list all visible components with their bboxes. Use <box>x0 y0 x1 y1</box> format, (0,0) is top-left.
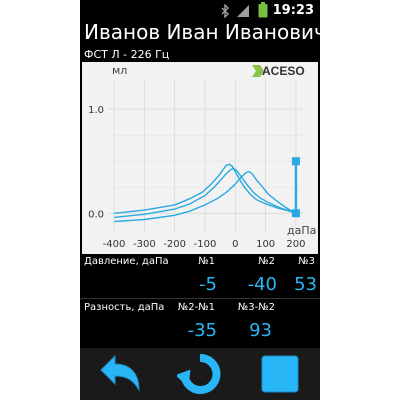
pressure-header-2: №2 <box>258 256 275 267</box>
x-tick-label: 0 <box>232 239 238 250</box>
x-tick-label: -100 <box>194 239 217 250</box>
brand-logo-text: ACESO <box>262 64 305 78</box>
battery-icon <box>258 2 268 22</box>
test-info: ФСТ Л - 226 Гц <box>84 48 170 61</box>
patient-name: Иванов Иван Иванович <box>84 20 320 44</box>
x-tick-label: 100 <box>256 239 275 250</box>
marker-handle-top <box>291 157 300 166</box>
x-tick-label: -400 <box>103 239 126 250</box>
y-tick-label: 0.0 <box>88 209 104 220</box>
x-tick-label: -300 <box>133 239 156 250</box>
chart-svg: ACESO мл даПа -400 -300 -200 -100 0 100 200 0.0… <box>88 64 316 250</box>
phone-screen: 19:23 Иванов Иван Иванович ФСТ Л - 226 Г… <box>80 0 320 400</box>
y-tick-label: 1.0 <box>88 105 104 116</box>
readouts-panel: Давление, даПа №1 №2 №3 -5 -40 53 Разнос… <box>80 254 320 348</box>
y-axis-label: мл <box>112 64 127 77</box>
refresh-icon <box>177 353 221 394</box>
back-icon <box>100 354 140 392</box>
pressure-header-3: №3 <box>298 256 315 267</box>
pressure-value-3: 53 <box>294 274 317 295</box>
stop-icon <box>261 355 299 393</box>
pressure-label: Давление, даПа <box>84 256 169 267</box>
diff-label: Разность, даПа <box>84 302 165 313</box>
tympanogram-chart: ACESO мл даПа -400 -300 -200 -100 0 100 200 0.0… <box>82 62 318 254</box>
aceso-logo: ACESO <box>252 64 305 78</box>
diff-header-1: №2-№1 <box>177 302 215 313</box>
back-button[interactable] <box>90 350 150 398</box>
status-clock: 19:23 <box>272 3 314 18</box>
marker-handle-bottom <box>291 209 300 218</box>
refresh-button[interactable] <box>170 350 230 398</box>
status-bar: 19:23 <box>80 0 320 20</box>
readouts-divider <box>80 298 320 299</box>
x-tick-label: -200 <box>163 239 186 250</box>
x-tick-label: 200 <box>286 239 305 250</box>
diff-value-2: 93 <box>249 320 272 341</box>
bottom-toolbar <box>80 348 320 400</box>
diff-value-1: -35 <box>187 320 217 341</box>
diff-header-2: №3-№2 <box>237 302 275 313</box>
x-axis-label: даПа <box>287 224 316 237</box>
pressure-value-1: -5 <box>199 274 217 295</box>
pressure-header-1: №1 <box>198 256 215 267</box>
stop-button[interactable] <box>250 350 310 398</box>
pressure-value-2: -40 <box>247 274 277 295</box>
